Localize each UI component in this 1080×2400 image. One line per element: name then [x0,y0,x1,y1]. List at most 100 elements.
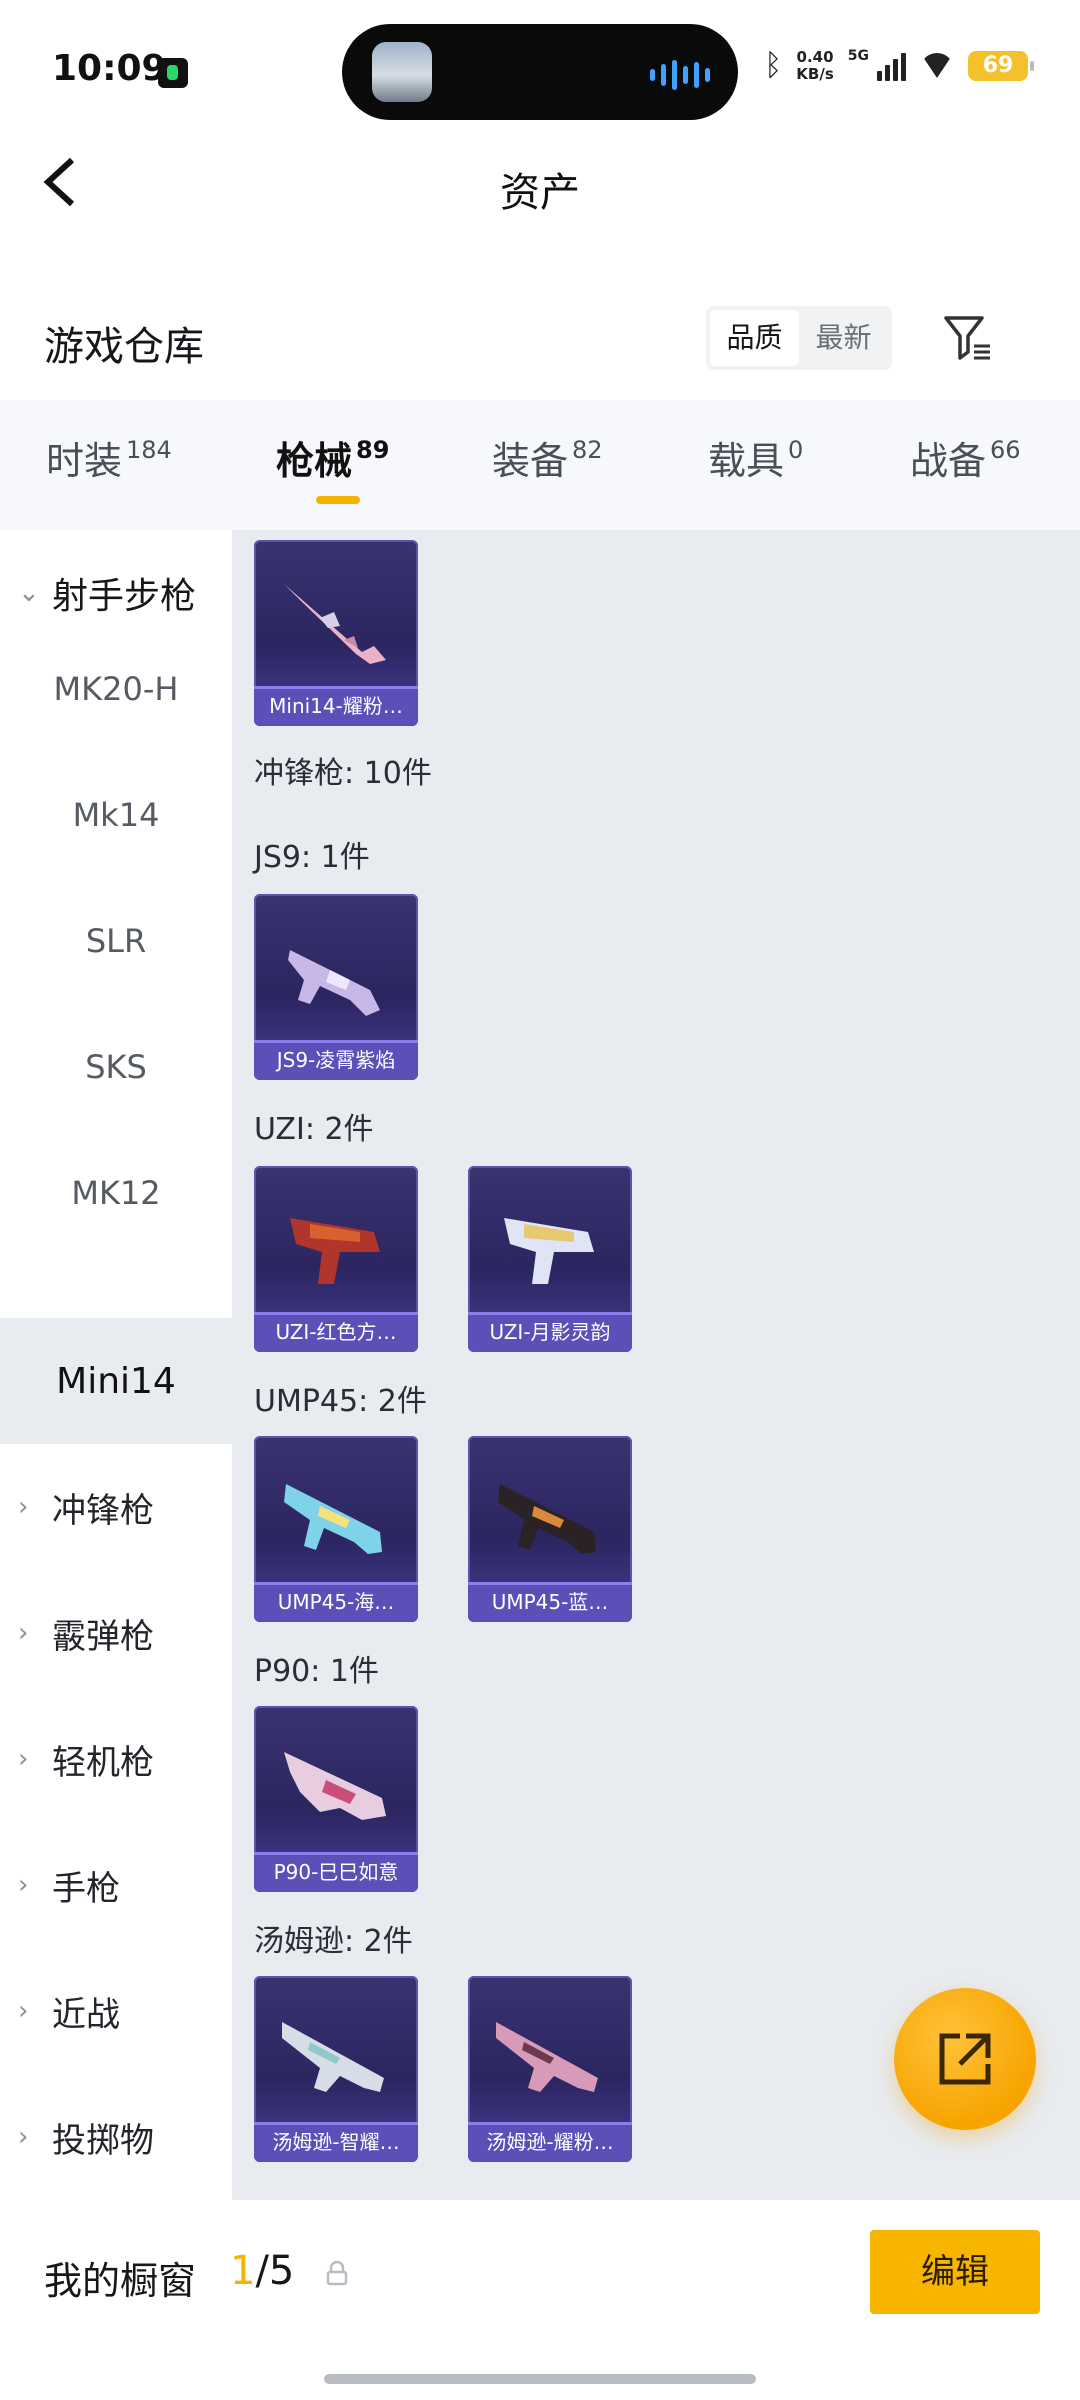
music-app-icon [158,58,188,88]
smg-skin-image [290,1218,380,1284]
sidebar-item-mk20h[interactable]: MK20-H [0,626,232,752]
sidebar-item-slr[interactable]: SLR [0,878,232,1004]
smg-skin-image [284,1484,382,1554]
sort-by-newest[interactable]: 最新 [799,310,888,366]
tab-count: 184 [126,436,172,464]
smg-skin-image [498,1484,596,1554]
sidebar-item-label: Mk14 [72,796,160,834]
bluetooth-icon: ᛒ [764,48,783,83]
weapon-card[interactable]: Mini14-耀粉… [254,540,418,726]
sidebar-item-label: 冲锋枪 [52,1490,154,1531]
chevron-right-icon: › [18,2122,29,2152]
smg-skin-image [284,1752,386,1820]
chevron-right-icon: › [18,1618,29,1648]
network-speed-unit: KB/s [796,64,834,83]
tab-label: 载具 [708,439,785,483]
tab-fashion[interactable]: 时装 184 [46,430,172,485]
tab-count: 66 [990,436,1021,464]
tab-firearms[interactable]: 枪械 89 [276,430,389,485]
chevron-right-icon: › [18,1996,29,2026]
sidebar-item-mini14[interactable]: Mini14 [0,1318,232,1444]
audio-wave-icon [650,60,710,90]
sidebar-item-smg[interactable]: › 冲锋枪 [0,1444,232,1570]
tab-label: 战备 [910,439,987,483]
lock-icon [326,2260,348,2286]
chevron-right-icon: › [18,1744,29,1774]
sidebar-item-label: 手枪 [52,1868,120,1909]
showcase-label: 我的橱窗 [44,2259,197,2303]
tab-count: 82 [572,436,603,464]
sidebar-item-label: MK12 [71,1174,161,1212]
sidebar-item-label: 投掷物 [52,2120,154,2161]
group-label-uzi: UZI: 2件 [254,1112,374,1147]
tab-supplies[interactable]: 战备 66 [910,430,1021,485]
sidebar-item-mk12[interactable]: MK12 [0,1130,232,1256]
category-tabs: 时装 184 枪械 89 装备 82 载具 0 战备 66 [0,400,1080,530]
warehouse-title: 游戏仓库 [44,324,204,370]
share-button[interactable] [894,1988,1036,2130]
smg-skin-image [496,2022,598,2092]
filter-button[interactable] [940,310,996,366]
showcase-total: /5 [255,2248,295,2294]
weapon-card[interactable]: UMP45-海… [254,1436,418,1622]
weapon-card-name: UMP45-海… [254,1582,418,1622]
sidebar-item-lmg[interactable]: › 轻机枪 [0,1696,232,1822]
weapon-type-sidebar: ⌄ 射手步枪 MK20-H Mk14 SLR SKS MK12 Mini14 › 冲… [0,530,232,2200]
battery-indicator: 69 [968,50,1034,81]
item-grid: Mini14-耀粉… 冲锋枪: 10件 JS9: 1件 JS9-凌霄紫焰 UZI… [232,530,1080,2200]
system-icons: ᛒ 0.40 KB/s 5G 69 [764,47,1034,83]
network-type: 5G [847,47,869,64]
weapon-card[interactable]: UZI-红色方… [254,1166,418,1352]
tab-label: 时装 [46,439,123,483]
status-time: 10:09 [52,48,167,89]
sidebar-item-shotgun[interactable]: › 霰弹枪 [0,1570,232,1696]
category-summary: 冲锋枪: 10件 [254,756,432,791]
active-tab-indicator [316,496,360,504]
tab-vehicles[interactable]: 载具 0 [708,430,803,485]
sidebar-item-throwables[interactable]: › 投掷物 [0,2074,232,2200]
weapon-card-name: P90-巳巳如意 [254,1852,418,1892]
sidebar-item-label: SKS [85,1048,147,1086]
group-label-ump45: UMP45: 2件 [254,1384,427,1419]
network-speed-value: 0.40 [796,47,834,66]
showcase-count: 1/5 [230,2248,294,2294]
weapon-card[interactable]: UMP45-蓝… [468,1436,632,1622]
weapon-card[interactable]: P90-巳巳如意 [254,1706,418,1892]
weapon-card[interactable]: 汤姆逊-耀粉… [468,1976,632,2162]
sidebar-item-label: 霰弹枪 [52,1616,154,1657]
dynamic-island[interactable] [342,24,738,120]
sidebar-item-melee[interactable]: › 近战 [0,1948,232,2074]
chevron-right-icon: › [18,1492,29,1522]
sort-by-quality[interactable]: 品质 [710,310,799,366]
sidebar-item-label: SLR [85,922,147,960]
sidebar-item-label: 射手步枪 [52,576,197,617]
tab-label: 枪械 [276,439,353,483]
weapon-card[interactable]: 汤姆逊-智耀… [254,1976,418,2162]
sidebar-item-label: 轻机枪 [52,1742,154,1783]
showcase-bar: 我的橱窗 1/5 编辑 [0,2200,1080,2400]
group-label-p90: P90: 1件 [254,1654,379,1689]
tab-count: 0 [788,436,804,464]
sidebar-item-mk14[interactable]: Mk14 [0,752,232,878]
sidebar-item-pistol[interactable]: › 手枪 [0,1822,232,1948]
tab-count: 89 [356,436,390,464]
weapon-card[interactable]: JS9-凌霄紫焰 [254,894,418,1080]
edit-button[interactable]: 编辑 [870,2230,1040,2314]
rifle-skin-image [284,584,386,664]
weapon-card-name: UMP45-蓝… [468,1582,632,1622]
home-indicator [324,2374,756,2384]
weapon-card-name: Mini14-耀粉… [254,686,418,726]
tab-label: 装备 [492,439,569,483]
chevron-down-icon: ⌄ [18,578,40,608]
tab-equipment[interactable]: 装备 82 [492,430,603,485]
share-external-icon [939,2033,991,2085]
sidebar-item-label: 近战 [52,1994,120,2035]
weapon-card-name: 汤姆逊-智耀… [254,2122,418,2162]
weapon-card[interactable]: UZI-月影灵韵 [468,1166,632,1352]
weapon-card-name: UZI-月影灵韵 [468,1312,632,1352]
sidebar-item-label: MK20-H [53,670,179,708]
smg-skin-image [504,1218,594,1284]
sidebar-item-sks[interactable]: SKS [0,1004,232,1130]
filter-icon [944,316,990,360]
weapon-card-name: JS9-凌霄紫焰 [254,1040,418,1080]
